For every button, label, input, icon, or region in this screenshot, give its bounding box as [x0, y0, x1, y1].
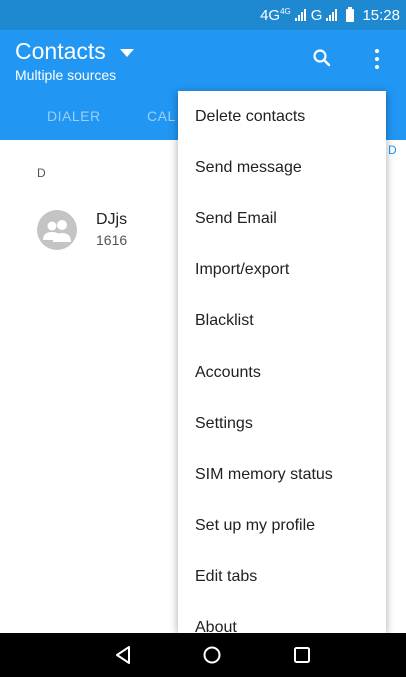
- status-bar: 4G4G G 15:28: [0, 0, 406, 30]
- menu-item-about[interactable]: About: [178, 603, 386, 633]
- more-vert-icon[interactable]: [370, 46, 384, 72]
- network-type: 4G4G: [260, 6, 291, 24]
- menu-item-sim-memory-status[interactable]: SIM memory status: [178, 449, 386, 500]
- signal-icon-2: [326, 9, 338, 21]
- tab-calls[interactable]: CAL: [147, 108, 176, 124]
- overflow-menu: Delete contacts Send message Send Email …: [178, 91, 386, 633]
- app-title: Contacts: [15, 38, 106, 64]
- menu-item-accounts[interactable]: Accounts: [178, 347, 386, 398]
- navigation-bar: [0, 633, 406, 677]
- menu-item-delete-contacts[interactable]: Delete contacts: [178, 91, 386, 142]
- section-header-letter: D: [37, 166, 46, 180]
- network-type-2: G: [310, 6, 323, 24]
- home-icon[interactable]: [200, 643, 224, 667]
- menu-item-blacklist[interactable]: Blacklist: [178, 296, 386, 347]
- contact-avatar-icon: [43, 220, 71, 242]
- app-bar: Contacts Multiple sources: [0, 30, 406, 90]
- contact-number: 1616: [96, 232, 128, 248]
- menu-item-import-export[interactable]: Import/export: [178, 245, 386, 296]
- app-subtitle: Multiple sources: [15, 67, 117, 83]
- back-icon[interactable]: [111, 643, 135, 667]
- avatar: [37, 210, 77, 250]
- contact-name: DJjs: [96, 211, 128, 228]
- battery-icon: [346, 6, 355, 22]
- fast-scroll-letter: D: [388, 143, 397, 157]
- dropdown-caret-icon: [119, 48, 134, 57]
- clock: 15:28: [362, 6, 400, 24]
- search-icon[interactable]: [312, 48, 332, 68]
- menu-item-settings[interactable]: Settings: [178, 398, 386, 449]
- menu-item-set-up-profile[interactable]: Set up my profile: [178, 501, 386, 552]
- menu-item-send-email[interactable]: Send Email: [178, 193, 386, 244]
- menu-item-send-message[interactable]: Send message: [178, 142, 386, 193]
- signal-icon: [294, 9, 307, 21]
- recents-icon[interactable]: [290, 643, 314, 667]
- account-selector[interactable]: Contacts: [15, 38, 134, 65]
- menu-item-edit-tabs[interactable]: Edit tabs: [178, 552, 386, 603]
- tab-dialer[interactable]: DIALER: [47, 108, 101, 124]
